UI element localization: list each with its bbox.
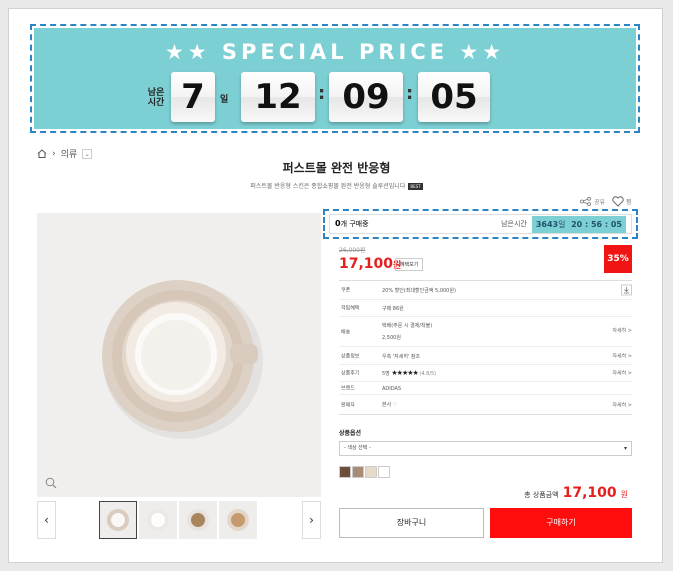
total-label: 총 상품금액: [524, 491, 559, 499]
chevron-down-icon[interactable]: ⌄: [82, 148, 93, 159]
thumbnail-strip: ‹ ›: [37, 501, 321, 541]
cup-image: [102, 280, 263, 439]
color-select-value: - 색상 선택 -: [344, 445, 371, 451]
timer-box-frame: 0개 구매중 남은시간 3643일 20 : 56 : 05: [323, 209, 638, 239]
thumbnail[interactable]: [99, 501, 137, 539]
points-value: 구매 86원: [382, 306, 404, 312]
purchase-count-label: 개 구매중: [340, 220, 369, 228]
thumbnail[interactable]: [179, 501, 217, 539]
review-count: 5명: [382, 371, 390, 377]
original-price: 26,000원: [339, 247, 366, 254]
coupon-row: 쿠폰 20% 할인(최대할인금액 5,000원): [339, 281, 632, 300]
points-row: 적립혜택 구매 86원: [339, 300, 632, 317]
product-main-image[interactable]: [37, 213, 321, 497]
shipping-detail-link[interactable]: 자세히 >: [612, 327, 632, 334]
sale-price: 17,100원: [339, 256, 401, 272]
thumbnail-next-button[interactable]: ›: [302, 501, 321, 539]
benefit-button[interactable]: 혜택보기: [395, 258, 424, 271]
chevron-left-icon: ‹: [44, 513, 49, 527]
banner-title: ★★ SPECIAL PRICE ★★: [164, 40, 506, 64]
product-info-row: 상품정보 우측 '자세히' 참조 자세히 >: [339, 347, 632, 365]
coupon-value: 20% 할인(최대할인금액 5,000원): [382, 288, 456, 294]
brand-label: 브랜드: [341, 385, 355, 392]
seller-name[interactable]: 본사: [382, 402, 391, 408]
chevron-right-icon: ›: [309, 513, 314, 527]
sale-price-value: 17,100: [339, 256, 394, 272]
shipping-fee: 2,500원: [382, 335, 401, 341]
hours-digit: 12: [241, 72, 315, 122]
seller-label: 판매자: [341, 402, 355, 408]
color-select[interactable]: - 색상 선택 - ▾: [339, 441, 632, 456]
shipping-row: 배송 택배(주문 시 결제/착불) 2,500원 자세히 >: [339, 317, 632, 347]
timer-box: 0개 구매중 남은시간 3643일 20 : 56 : 05: [329, 214, 632, 234]
color-swatch[interactable]: [365, 466, 377, 478]
best-badge: BEST: [408, 183, 423, 190]
seconds-digit: 05: [418, 72, 490, 122]
points-label: 적립혜택: [341, 305, 360, 312]
timer-time: 20 : 56 : 05: [571, 219, 622, 229]
total-price: 총 상품금액 17,100 원: [524, 485, 628, 501]
review-stars: ★★★★★: [391, 369, 418, 377]
chevron-right-icon: ›: [52, 148, 56, 159]
seller-detail-link[interactable]: 자세히 >: [612, 401, 632, 408]
minutes-digit: 09: [329, 72, 403, 122]
product-description-text: 퍼스트몰 반응형 스킨은 종합쇼핑몰 완전 반응형 솔루션입니다: [250, 183, 406, 190]
brand-row: 브랜드 ADIDAS: [339, 382, 632, 395]
buy-now-button[interactable]: 구매하기: [490, 508, 632, 538]
product-info-detail-link[interactable]: 자세히 >: [612, 352, 632, 359]
discount-badge: 35%: [604, 245, 632, 273]
colon: :: [406, 83, 414, 104]
days-unit: 일: [220, 95, 229, 105]
timer-remaining-value: 3643일 20 : 56 : 05: [531, 215, 626, 233]
thumbnail[interactable]: [139, 501, 177, 539]
review-score: (4.8/5): [419, 371, 437, 377]
review-label: 상품후기: [341, 370, 360, 377]
heart-icon: [612, 196, 624, 207]
heart-icon[interactable]: ♡: [393, 402, 397, 408]
remaining-time-label: 남은 시간: [147, 88, 165, 108]
timer-remaining: 남은시간 3643일 20 : 56 : 05: [501, 215, 626, 233]
days-digit: 7: [171, 72, 215, 122]
coupon-download-icon[interactable]: [621, 284, 632, 296]
share-label: 공유: [594, 199, 606, 206]
color-swatches: [339, 466, 390, 478]
special-price-banner: ★★ SPECIAL PRICE ★★ 남은 시간 7 일 12 : 09 : …: [34, 28, 636, 129]
shipping-label: 배송: [341, 329, 351, 335]
color-swatch[interactable]: [378, 466, 390, 478]
share-button[interactable]: 공유: [580, 197, 605, 206]
product-info-table: 쿠폰 20% 할인(최대할인금액 5,000원) 적립혜택 구매 86원 배송 …: [339, 280, 632, 415]
wish-button[interactable]: 찜: [612, 196, 632, 207]
review-row: 상품후기 5명 ★★★★★ (4.8/5) 자세히 >: [339, 365, 632, 382]
thumbnail-prev-button[interactable]: ‹: [37, 501, 56, 539]
color-swatch[interactable]: [339, 466, 351, 478]
shipping-value: 택배(주문 시 결제/착불): [382, 323, 433, 329]
review-detail-link[interactable]: 자세히 >: [612, 370, 632, 377]
add-to-cart-button[interactable]: 장바구니: [339, 508, 484, 538]
home-icon[interactable]: [37, 149, 47, 158]
coupon-label: 쿠폰: [341, 287, 351, 294]
purchase-count: 0개 구매중: [335, 219, 369, 229]
timer-days: 3643: [535, 219, 559, 229]
product-description: 퍼스트몰 반응형 스킨은 종합쇼핑몰 완전 반응형 솔루션입니다 BEST: [0, 181, 673, 190]
seller-row: 판매자 본사 ♡ 자세히 >: [339, 395, 632, 415]
zoom-icon[interactable]: [45, 477, 57, 489]
option-label: 상품옵션: [339, 430, 362, 437]
timer-remaining-label: 남은시간: [501, 220, 527, 228]
color-swatch[interactable]: [352, 466, 364, 478]
seller-value: 본사 ♡: [382, 401, 397, 408]
thumbnail[interactable]: [219, 501, 257, 539]
colon: :: [318, 83, 326, 104]
dropdown-arrow-icon: ▾: [623, 445, 627, 452]
review-value: 5명 ★★★★★ (4.8/5): [382, 369, 436, 377]
total-value: 17,100: [562, 485, 617, 501]
product-info-label: 상품정보: [341, 353, 360, 359]
brand-value[interactable]: ADIDAS: [382, 386, 401, 392]
total-unit: 원: [620, 490, 628, 499]
wish-label: 찜: [626, 199, 632, 206]
share-icon: [580, 197, 591, 206]
product-info-value: 우측 '자세히' 참조: [382, 354, 421, 360]
special-price-banner-frame: ★★ SPECIAL PRICE ★★ 남은 시간 7 일 12 : 09 : …: [30, 24, 640, 133]
product-title: 퍼스트몰 완전 반응형: [282, 161, 391, 175]
timer-days-unit: 일: [558, 219, 566, 229]
